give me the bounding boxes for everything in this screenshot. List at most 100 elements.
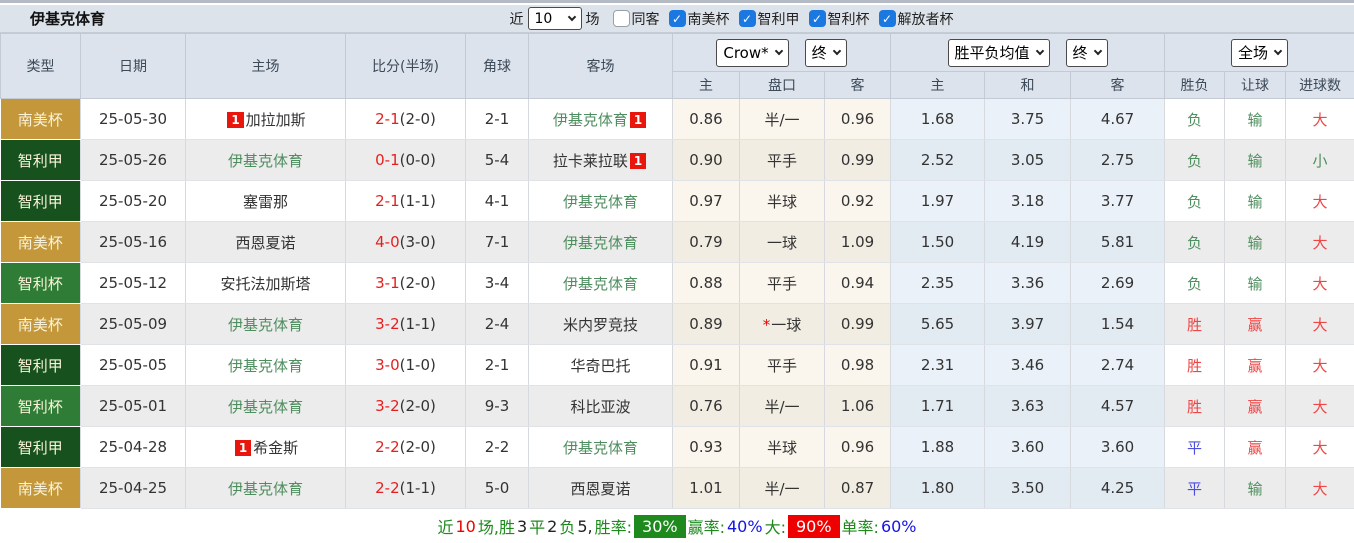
corner-score: 9-3 [466, 386, 529, 427]
sub-header-result-wdl: 胜负 [1165, 72, 1225, 99]
halftime-score: (0-0) [400, 151, 436, 169]
scope-select[interactable]: 全场 [1231, 39, 1288, 67]
checkbox[interactable]: ✓ [809, 10, 826, 27]
eu-draw-odds: 3.18 [985, 181, 1071, 222]
summary-part: 2 [547, 517, 557, 536]
team-name: 米内罗竞技 [563, 316, 638, 334]
filter-checkbox-group-2: ✓智利甲 [739, 9, 800, 29]
filter-checkbox-group-3: ✓智利杯 [809, 9, 870, 29]
chevron-down-icon [1035, 47, 1043, 55]
eu-home-odds: 1.97 [891, 181, 985, 222]
halftime-score: (2-0) [400, 438, 436, 456]
filter-bar: 伊基克体育 近 10 场 同客✓南美杯✓智利甲✓智利杯✓解放者杯 [0, 3, 1354, 33]
sub-header-eu-away: 客 [1071, 72, 1165, 99]
eu-away-odds: 1.54 [1071, 304, 1165, 345]
sub-header-ah-line: 盘口 [740, 72, 825, 99]
checkbox[interactable]: ✓ [739, 10, 756, 27]
ah-away-odds: 0.99 [825, 304, 891, 345]
checkbox-label[interactable]: 解放者杯 [898, 9, 954, 29]
match-score: 0-1(0-0) [346, 140, 466, 181]
ah-line: 平手 [740, 140, 825, 181]
match-score: 2-1(1-1) [346, 181, 466, 222]
fulltime-score: 3-2 [375, 397, 400, 415]
home-team: 塞雷那 [186, 181, 346, 222]
league-badge: 智利杯 [1, 263, 81, 304]
checkbox-label[interactable]: 智利杯 [828, 9, 870, 29]
home-team: 伊基克体育 [186, 345, 346, 386]
summary-part: 30% [634, 515, 686, 538]
star-marker: * [763, 316, 771, 334]
checkbox-label[interactable]: 同客 [632, 9, 660, 29]
checkbox[interactable]: ✓ [879, 10, 896, 27]
halftime-score: (1-1) [400, 479, 436, 497]
away-team: 伊基克体育 [529, 181, 673, 222]
corner-score: 3-4 [466, 263, 529, 304]
ah-away-odds: 0.94 [825, 263, 891, 304]
ah-away-odds: 0.98 [825, 345, 891, 386]
halftime-score: (2-0) [400, 110, 436, 128]
sub-header-result-handicap: 让球 [1225, 72, 1286, 99]
recent-label: 近 [510, 9, 524, 29]
red-card-badge: 1 [235, 440, 251, 456]
home-team: 伊基克体育 [186, 140, 346, 181]
checkbox[interactable] [613, 10, 630, 27]
match-date: 25-05-20 [81, 181, 186, 222]
match-date: 25-05-05 [81, 345, 186, 386]
eu-company-select[interactable]: 胜平负均值 [948, 39, 1050, 67]
ah-line: 半/一 [740, 386, 825, 427]
home-team: 伊基克体育 [186, 468, 346, 509]
summary-part: 3 [517, 517, 527, 536]
result-handicap: 赢 [1225, 304, 1286, 345]
checkbox-label[interactable]: 智利甲 [758, 9, 800, 29]
fulltime-score: 4-0 [375, 233, 400, 251]
away-team: 伊基克体育 [529, 222, 673, 263]
eu-home-odds: 1.88 [891, 427, 985, 468]
ah-away-odds: 0.96 [825, 99, 891, 140]
eu-away-odds: 2.75 [1071, 140, 1165, 181]
ah-away-odds: 0.92 [825, 181, 891, 222]
eu-home-odds: 5.65 [891, 304, 985, 345]
fulltime-score: 2-2 [375, 479, 400, 497]
away-team: 米内罗竞技 [529, 304, 673, 345]
eu-draw-odds: 3.05 [985, 140, 1071, 181]
eu-draw-odds: 4.19 [985, 222, 1071, 263]
match-score: 3-0(1-0) [346, 345, 466, 386]
eu-draw-odds: 3.60 [985, 427, 1071, 468]
halftime-score: (2-0) [400, 397, 436, 415]
result-wdl: 负 [1165, 222, 1225, 263]
away-team: 西恩夏诺 [529, 468, 673, 509]
eu-away-odds: 2.74 [1071, 345, 1165, 386]
ah-company-select[interactable]: Crow* [716, 39, 788, 67]
eu-home-odds: 2.31 [891, 345, 985, 386]
ah-home-odds: 0.89 [673, 304, 740, 345]
result-goals: 大 [1286, 263, 1354, 304]
ah-line: 平手 [740, 345, 825, 386]
result-wdl: 胜 [1165, 345, 1225, 386]
league-badge: 南美杯 [1, 222, 81, 263]
match-date: 25-05-09 [81, 304, 186, 345]
result-goals: 大 [1286, 427, 1354, 468]
ah-line: *一球 [740, 304, 825, 345]
match-date: 25-05-30 [81, 99, 186, 140]
match-score: 2-2(2-0) [346, 427, 466, 468]
corner-score: 2-1 [466, 345, 529, 386]
match-score: 3-2(1-1) [346, 304, 466, 345]
filter-controls: 近 10 场 同客✓南美杯✓智利甲✓智利杯✓解放者杯 [506, 7, 954, 30]
team-name: 希金斯 [253, 439, 298, 457]
checkbox-label[interactable]: 南美杯 [688, 9, 730, 29]
team-name: 西恩夏诺 [235, 234, 295, 252]
ah-away-odds: 1.09 [825, 222, 891, 263]
result-goals: 大 [1286, 345, 1354, 386]
match-date: 25-04-28 [81, 427, 186, 468]
checkbox[interactable]: ✓ [669, 10, 686, 27]
eu-time-select[interactable]: 终 [1066, 39, 1108, 67]
ah-home-odds: 1.01 [673, 468, 740, 509]
ah-time-select[interactable]: 终 [805, 39, 847, 67]
summary-bar: 近10场,胜3平2负5, 胜率:30% 赢率:40% 大:90% 单率:60% [0, 509, 1354, 543]
recent-count-select[interactable]: 10 [528, 7, 582, 30]
halftime-score: (1-1) [400, 192, 436, 210]
match-row: 南美杯 25-05-09 伊基克体育 3-2(1-1) 2-4 米内罗竞技 0.… [1, 304, 1354, 345]
match-date: 25-04-25 [81, 468, 186, 509]
summary-part: 场,胜 [478, 514, 515, 538]
corner-score: 2-1 [466, 99, 529, 140]
